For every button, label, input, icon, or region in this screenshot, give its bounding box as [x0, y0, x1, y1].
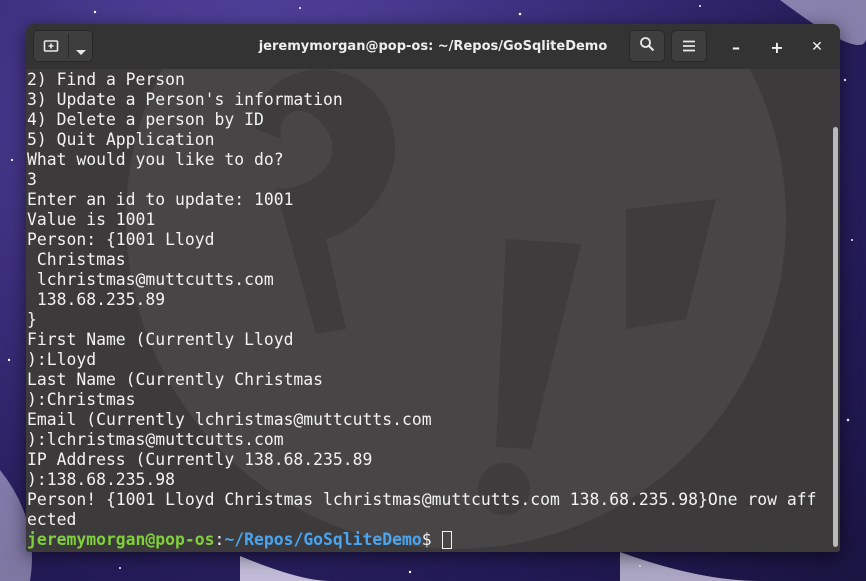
terminal-line: 3 [27, 170, 37, 189]
close-button[interactable]: ✕ [804, 34, 830, 60]
new-tab-icon [43, 38, 59, 58]
new-tab-button[interactable] [33, 30, 93, 62]
terminal-line: IP Address (Currently 138.68.235.89 [27, 450, 373, 469]
terminal-line: What would you like to do? [27, 150, 284, 169]
minimize-button[interactable]: – [723, 34, 749, 60]
terminal-text: 2) Find a Person 3) Update a Person's in… [27, 70, 816, 550]
terminal-window: jeremymorgan@pop-os: ~/Repos/GoSqliteDem… [26, 24, 840, 552]
terminal-line: ected [27, 510, 77, 529]
terminal-line: 5) Quit Application [27, 130, 215, 149]
shell-prompt[interactable]: jeremymorgan@pop-os:~/Repos/GoSqliteDemo… [27, 530, 452, 549]
terminal-line: lchristmas@muttcutts.com [27, 270, 274, 289]
terminal-line: 3) Update a Person's information [27, 90, 343, 109]
terminal-output-area[interactable]: 2) Find a Person 3) Update a Person's in… [26, 69, 840, 552]
terminal-line: ):lchristmas@muttcutts.com [27, 430, 284, 449]
terminal-line: Value is 1001 [27, 210, 156, 229]
terminal-line: Person: {1001 Lloyd [27, 230, 215, 249]
terminal-line: ):Lloyd [27, 350, 97, 369]
prompt-user-host: jeremymorgan@pop-os [27, 530, 215, 549]
terminal-line: } [27, 310, 37, 329]
prompt-path: ~/Repos/GoSqliteDemo [224, 530, 422, 549]
terminal-line: Enter an id to update: 1001 [27, 190, 294, 209]
terminal-line: 4) Delete a person by ID [27, 110, 264, 129]
prompt-separator: : [214, 530, 225, 549]
terminal-line: Person! {1001 Lloyd Christmas lchristmas… [27, 490, 817, 509]
search-button[interactable] [629, 30, 665, 62]
title-bar[interactable]: jeremymorgan@pop-os: ~/Repos/GoSqliteDem… [26, 24, 840, 70]
terminal-line: ):Christmas [27, 390, 136, 409]
chevron-down-icon[interactable] [75, 42, 87, 61]
terminal-line: 2) Find a Person [27, 70, 185, 89]
prompt-symbol: $ [421, 530, 442, 549]
terminal-line: First Name (Currently Lloyd [27, 330, 294, 349]
search-icon [639, 36, 655, 56]
terminal-line: ):138.68.235.98 [27, 470, 176, 489]
terminal-line: Christmas [27, 250, 126, 269]
scrollbar-thumb[interactable] [833, 127, 838, 547]
terminal-line: Email (Currently lchristmas@muttcutts.co… [27, 410, 432, 429]
terminal-line: 138.68.235.89 [27, 290, 166, 309]
menu-button[interactable] [671, 30, 707, 62]
maximize-button[interactable]: + [764, 34, 790, 60]
hamburger-menu-icon [682, 37, 696, 56]
window-title: jeremymorgan@pop-os: ~/Repos/GoSqliteDem… [258, 39, 608, 54]
text-cursor [441, 531, 452, 549]
terminal-line: Last Name (Currently Christmas [27, 370, 324, 389]
